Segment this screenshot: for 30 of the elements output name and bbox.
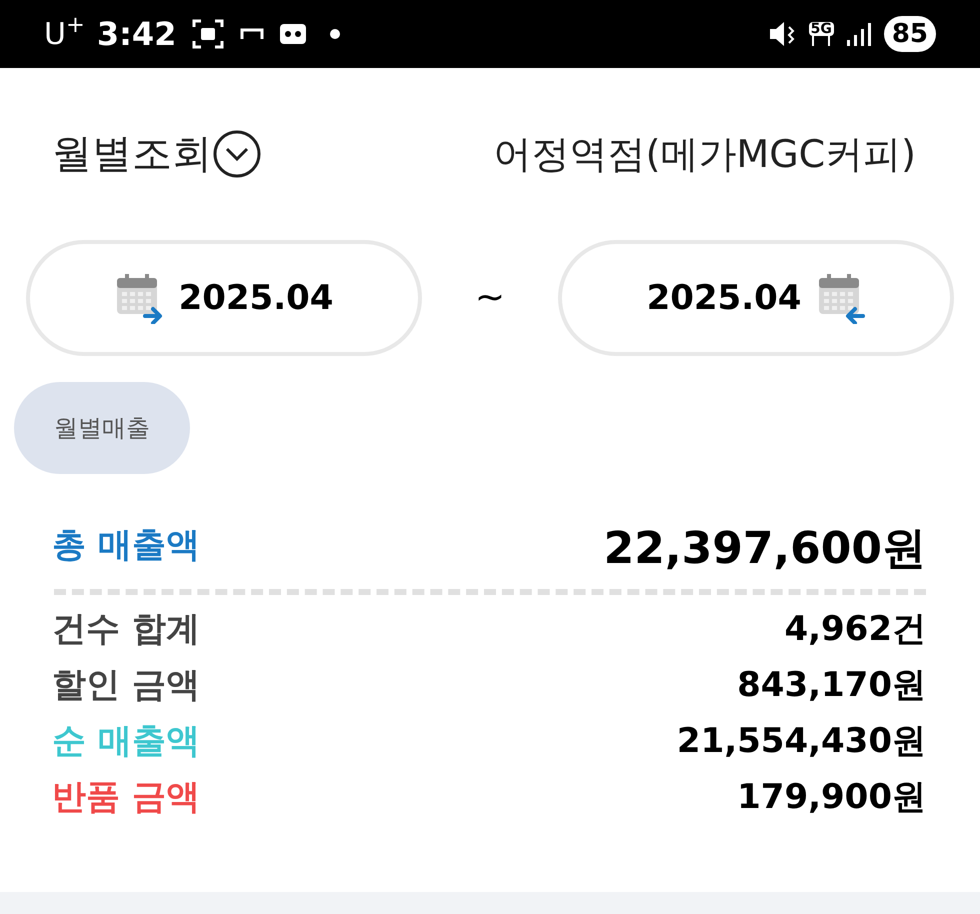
calendar-arrow-right-icon: [114, 272, 163, 324]
dropdown-chevron-icon[interactable]: [212, 129, 262, 179]
summary-label: 건수 합계: [52, 608, 200, 650]
start-month: 2025.04: [178, 276, 334, 320]
total-value: 22,397,600원: [604, 527, 926, 571]
signal-icon: [846, 21, 872, 47]
clock: 3:42: [96, 14, 176, 55]
summary-label: 반품 금액: [52, 776, 200, 818]
range-separator: ~: [474, 276, 506, 320]
screenshot-icon: [192, 19, 224, 49]
voicemail-icon: [280, 24, 306, 44]
end-month: 2025.04: [646, 276, 802, 320]
calendar-arrow-left-icon: [817, 272, 866, 324]
screen-title: 월별조회: [52, 130, 212, 179]
store-name: 어정역점(메가MGC커피): [494, 130, 916, 178]
start-month-button[interactable]: 2025.04: [26, 240, 422, 356]
dot-icon: [330, 29, 340, 39]
summary-value: 4,962건: [784, 608, 926, 650]
end-month-button[interactable]: 2025.04: [558, 240, 954, 356]
filter-chip[interactable]: 월별매출: [14, 382, 190, 474]
dash-icon: [240, 27, 264, 41]
summary-label: 할인 금액: [52, 664, 200, 706]
network-label: 5G: [808, 22, 834, 36]
carrier-label: U$^{+}$: [44, 12, 85, 54]
summary-label: 순 매출액: [52, 720, 200, 762]
summary-value: 843,170원: [737, 664, 926, 706]
summary-value: 21,554,430원: [676, 720, 926, 762]
summary-value: 179,900원: [737, 776, 926, 818]
total-label: 총 매출액: [52, 524, 200, 567]
battery-indicator: 85: [884, 16, 936, 52]
